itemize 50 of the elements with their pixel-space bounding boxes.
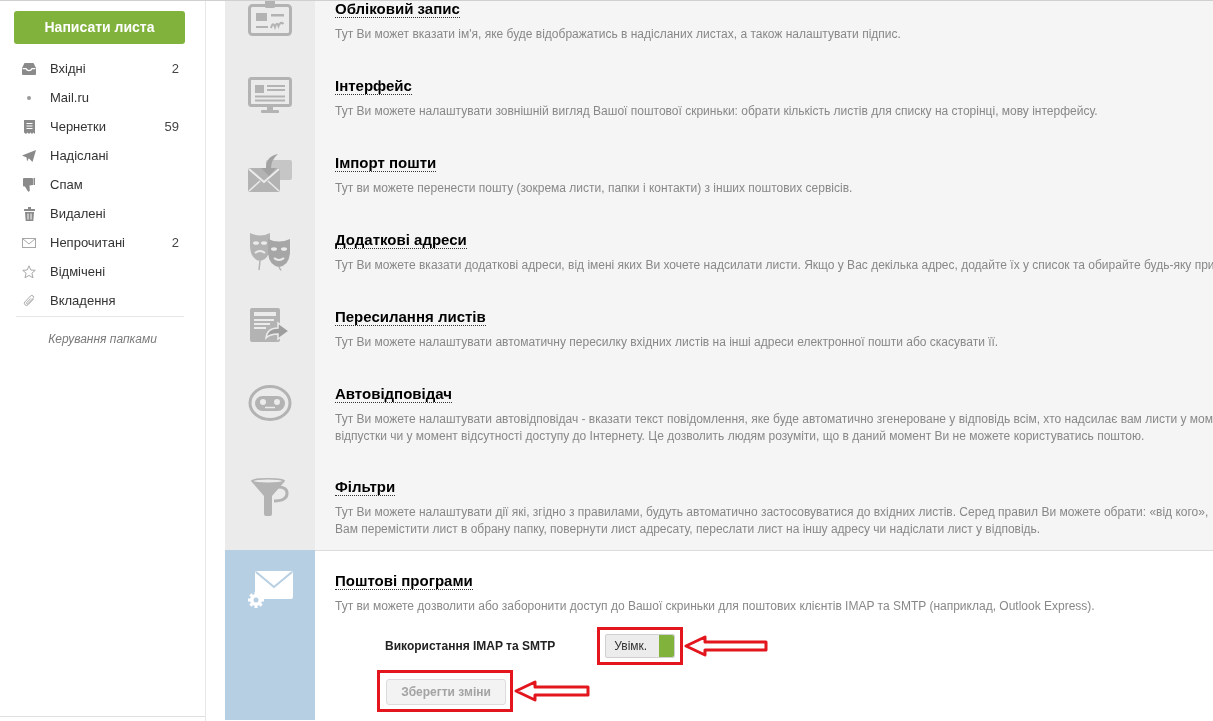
- paper-plane-icon: [22, 149, 36, 162]
- theater-masks-icon: [248, 231, 292, 271]
- folder-link[interactable]: Видалені: [16, 203, 184, 224]
- unread-count: 2: [171, 59, 180, 78]
- envelopes-arrow-icon: [248, 154, 292, 192]
- section-link[interactable]: Обліковий запис: [335, 1, 460, 18]
- section-description: Тут ви можете дозволити або заборонити доступ до Вашої скриньки для поштових клієнтів IMAP та SMTP (наприклад, Outlook Express).: [335, 598, 1096, 615]
- folder-link[interactable]: Вхідні: [16, 58, 172, 79]
- thumbs-down-icon: [23, 177, 35, 192]
- trash-icon: [23, 206, 35, 221]
- unread-count: 2: [171, 233, 180, 252]
- robot-face-icon: [248, 385, 292, 421]
- setting-label: Використання IMAP та SMTP: [385, 638, 556, 654]
- section-description: Тут Ви можете налаштувати автоматичну пересилку вхідних листів на інші адреси електронної пошти або скасувати її.: [335, 334, 1000, 351]
- document-icon: [23, 119, 35, 134]
- folder-link[interactable]: Надіслані: [16, 145, 184, 166]
- section-link[interactable]: Автовідповідач: [335, 385, 452, 403]
- section-description: Тут ви можете перенести пошту (зокрема листи, папки і контакти) з інших поштових сервісів.: [335, 180, 854, 197]
- switch-knob-icon: [659, 635, 675, 657]
- funnel-icon: [251, 478, 289, 516]
- section-description: Тут Ви можете налаштувати автовідповідач - вказати текст повідомлення, яке буде автоматично згенероване у відповідь всім, хто надсилає вам листи у мом відпустки чи у момент відсутності доступу до Інтернету. Це дозволить людям розуміти, що в даний момент Ви не можете користуватись поштою.: [335, 411, 1213, 445]
- section-link[interactable]: Інтерфейс: [335, 77, 412, 95]
- folder-link[interactable]: Вкладення: [16, 290, 184, 311]
- star-icon: [22, 264, 36, 279]
- paperclip-icon: [23, 293, 35, 308]
- folder-link[interactable]: Чернетки: [16, 116, 165, 137]
- left-arrow-icon: [684, 635, 769, 657]
- inbox-icon: [22, 62, 36, 75]
- folder-link[interactable]: Непрочитані: [16, 232, 172, 253]
- toggle-switch[interactable]: Увімк.: [605, 634, 676, 658]
- monitor-icon: [248, 77, 292, 113]
- section-link[interactable]: Імпорт пошти: [335, 154, 437, 172]
- section-description: Тут Ви можете вказати додаткові адреси, від імені яких Ви хочете надсилати листи. Якщо у Вас декілька адрес, додайте їх у список та обирайте будь-яку при: [335, 257, 1213, 274]
- envelope-gear-icon: [247, 571, 293, 609]
- section-link[interactable]: Пересилання листів: [335, 308, 486, 326]
- unread-count: 59: [164, 117, 180, 136]
- folder-link[interactable]: Mail.ru: [16, 87, 184, 108]
- id-card-icon: [248, 1, 292, 36]
- dot-icon: [27, 95, 31, 100]
- section-link[interactable]: Поштові програми: [335, 572, 473, 590]
- envelope-icon: [22, 237, 36, 248]
- manage-folders-link[interactable]: Керування папками: [48, 330, 157, 348]
- folder-link[interactable]: Спам: [16, 174, 184, 195]
- section-link[interactable]: Фільтри: [335, 478, 396, 496]
- section-description: Тут Ви можете налаштувати дії які, згідно з правилами, будуть автоматично застосовуватися до вхідних листів. Серед правил Ви можете обрати: «від кого», Вам перемістити лист в обрану папку, повернути лист адресату, переслати лист на іншу адресу чи надіслати лист у відповідь.: [335, 504, 1210, 538]
- section-description: Тут Ви может вказати ім'я, яке буде відображатись в надісланих листах, а також налаштувати підпис.: [335, 26, 902, 43]
- document-arrow-icon: [250, 308, 290, 342]
- section-link[interactable]: Додаткові адреси: [335, 231, 467, 249]
- folder-link[interactable]: Відмічені: [16, 261, 184, 282]
- section-description: Тут Ви можете налаштувати зовнішній вигляд Вашої поштової скриньки: обрати кількість листів для списку на сторінці, мову інтерфейсу.: [335, 103, 1099, 120]
